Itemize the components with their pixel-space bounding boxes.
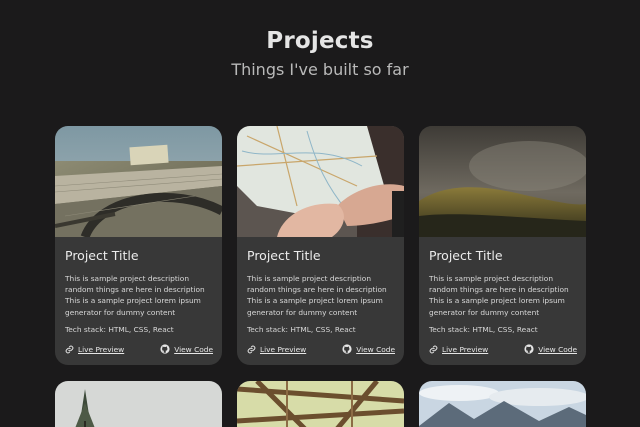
project-description: This is sample project description rando… — [65, 274, 205, 317]
page-subtitle: Things I've built so far — [231, 60, 409, 79]
project-tech-stack: Tech stack: HTML, CSS, React — [429, 324, 538, 334]
projects-page: Projects Things I've built so far Projec… — [0, 0, 640, 427]
project-links: Live Preview View Code — [247, 344, 395, 354]
project-card: Project Title This is sample project des… — [237, 126, 404, 365]
link-icon — [65, 345, 74, 354]
github-icon — [524, 344, 534, 354]
view-code-link[interactable]: View Code — [160, 344, 213, 354]
project-image — [55, 126, 222, 237]
github-icon — [160, 344, 170, 354]
project-card: Project Title This is sample project des… — [55, 126, 222, 365]
view-code-label: View Code — [538, 344, 577, 354]
project-image — [419, 126, 586, 237]
project-tech-stack: Tech stack: HTML, CSS, React — [65, 324, 174, 334]
page-title: Projects — [266, 28, 374, 54]
project-title: Project Title — [429, 248, 503, 263]
project-image — [55, 381, 222, 427]
project-links: Live Preview View Code — [429, 344, 577, 354]
project-image — [237, 381, 404, 427]
project-card — [55, 381, 222, 427]
live-preview-label: Live Preview — [78, 344, 125, 354]
view-code-label: View Code — [356, 344, 395, 354]
project-card: Project Title This is sample project des… — [419, 126, 586, 365]
view-code-link[interactable]: View Code — [524, 344, 577, 354]
project-tech-stack: Tech stack: HTML, CSS, React — [247, 324, 356, 334]
project-image — [237, 126, 404, 237]
link-icon — [429, 345, 438, 354]
live-preview-label: Live Preview — [260, 344, 307, 354]
project-description: This is sample project description rando… — [247, 274, 387, 317]
live-preview-link[interactable]: Live Preview — [429, 345, 488, 354]
projects-header: Projects Things I've built so far — [0, 26, 640, 81]
live-preview-label: Live Preview — [442, 344, 489, 354]
project-card — [419, 381, 586, 427]
live-preview-link[interactable]: Live Preview — [65, 345, 124, 354]
project-title: Project Title — [247, 248, 321, 263]
project-links: Live Preview View Code — [65, 344, 213, 354]
project-card — [237, 381, 404, 427]
view-code-label: View Code — [174, 344, 213, 354]
project-title: Project Title — [65, 248, 139, 263]
github-icon — [342, 344, 352, 354]
link-icon — [247, 345, 256, 354]
project-description: This is sample project description rando… — [429, 274, 569, 317]
projects-grid: Project Title This is sample project des… — [55, 126, 586, 427]
project-image — [419, 381, 586, 427]
view-code-link[interactable]: View Code — [342, 344, 395, 354]
live-preview-link[interactable]: Live Preview — [247, 345, 306, 354]
